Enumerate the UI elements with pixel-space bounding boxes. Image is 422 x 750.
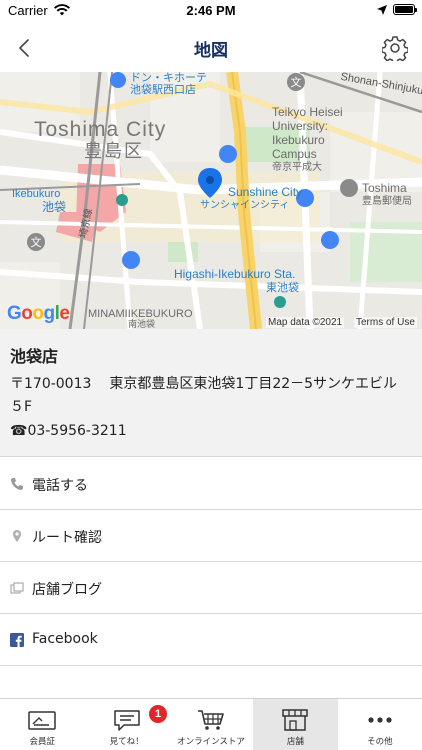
map-label-ikebukuro-jp: 池袋 bbox=[42, 200, 67, 214]
store-phone: ☎03-5956-3211 bbox=[10, 423, 127, 439]
blog-icon bbox=[10, 582, 24, 594]
map-label-teikyo-5: 帝京平成大 bbox=[272, 162, 322, 173]
facebook-label: Facebook bbox=[32, 631, 98, 647]
store-blog-label: 店舗ブログ bbox=[32, 582, 102, 598]
phone-icon bbox=[11, 478, 23, 490]
map-label-higashi-ikebukuro-jp: 東池袋 bbox=[266, 282, 299, 294]
map-label-sunshine-en: Sunshine City bbox=[228, 185, 303, 199]
map-label-toshima-post: Toshima bbox=[362, 181, 407, 195]
map-label-sunshine-jp: サンシャインシティ bbox=[200, 200, 290, 211]
store-blog-button[interactable]: 店舗ブログ bbox=[0, 562, 422, 614]
route-label: ルート確認 bbox=[32, 530, 102, 546]
store-name: 池袋店 bbox=[10, 347, 59, 366]
message-icon bbox=[113, 710, 140, 731]
store-action-list: 電話する ルート確認 店舗ブログ Facebook bbox=[0, 458, 422, 666]
store-map[interactable]: 文 文 ドン・キホーテ 池袋駅西口店 Toshima City 豊島区 Ikeb… bbox=[0, 72, 422, 329]
store-address: 〒170-0013 東京都豊島区東池袋1丁目22－5サンケエビル５F bbox=[10, 373, 410, 419]
map-label-toshima-ku: 豊島区 bbox=[84, 141, 144, 161]
tab-online-store[interactable]: オンラインストア bbox=[169, 699, 253, 750]
call-label: 電話する bbox=[32, 478, 88, 494]
map-label-teikyo-2: University: bbox=[272, 119, 329, 133]
map-label-toshima-post-jp: 豊島郵便局 bbox=[362, 196, 412, 207]
clock: 2:46 PM bbox=[186, 3, 236, 18]
map-label-donki-branch: 池袋駅西口店 bbox=[130, 84, 196, 96]
map-label-ikebukuro-en: Ikebukuro bbox=[12, 188, 61, 200]
tab-notices-label: 見てね！ bbox=[109, 737, 144, 747]
google-logo: Google bbox=[7, 303, 70, 324]
map-attribution: Map data ©2021 bbox=[266, 317, 345, 328]
status-bar: Carrier 2:46 PM bbox=[0, 0, 422, 22]
tab-bar: 会員証 見てね！ オンラインストア 店舗 その他 1 bbox=[0, 698, 422, 750]
tab-more-label: その他 bbox=[367, 737, 393, 747]
location-arrow-icon bbox=[377, 5, 387, 15]
map-label-teikyo-4: Campus bbox=[272, 147, 317, 161]
map-label-higashi-ikebukuro: Higashi-Ikebukuro Sta. bbox=[174, 267, 296, 281]
call-button[interactable]: 電話する bbox=[0, 458, 422, 510]
tab-online-store-label: オンラインストア bbox=[177, 737, 245, 747]
map-label-minamiikebukuro-jp: 南池袋 bbox=[128, 319, 156, 329]
tab-member-card-label: 会員証 bbox=[29, 737, 55, 747]
battery-icon bbox=[393, 4, 417, 15]
svg-text:文: 文 bbox=[31, 235, 42, 249]
svg-text:文: 文 bbox=[291, 75, 302, 89]
map-label-teikyo-3: Ikebukuro bbox=[272, 133, 325, 147]
map-label-donki: ドン・キホーテ bbox=[130, 72, 207, 84]
map-label-toshima-city: Toshima City bbox=[34, 118, 167, 141]
tab-member-card[interactable]: 会員証 bbox=[0, 699, 84, 750]
nav-bar: 地図 bbox=[0, 22, 422, 72]
tab-stores[interactable]: 店舗 bbox=[253, 699, 338, 750]
more-icon bbox=[368, 717, 392, 723]
member-card-icon bbox=[28, 711, 56, 730]
map-terms-link[interactable]: Terms of Use bbox=[354, 317, 417, 328]
store-info-panel: 池袋店 〒170-0013 東京都豊島区東池袋1丁目22－5サンケエビル５F ☎0… bbox=[0, 329, 422, 457]
tab-more[interactable]: その他 bbox=[338, 699, 422, 750]
notification-badge: 1 bbox=[149, 705, 167, 723]
facebook-icon bbox=[10, 633, 24, 647]
tab-stores-label: 店舗 bbox=[286, 737, 304, 747]
store-icon bbox=[282, 709, 309, 731]
facebook-button[interactable]: Facebook bbox=[0, 614, 422, 666]
map-label-teikyo-1: Teikyo Heisei bbox=[272, 105, 343, 119]
page-title: 地図 bbox=[194, 41, 228, 61]
gear-icon[interactable] bbox=[382, 35, 408, 61]
cart-icon bbox=[198, 710, 224, 730]
route-button[interactable]: ルート確認 bbox=[0, 510, 422, 562]
store-zip: 〒170-0013 bbox=[10, 376, 92, 392]
map-pin-icon bbox=[13, 530, 21, 542]
